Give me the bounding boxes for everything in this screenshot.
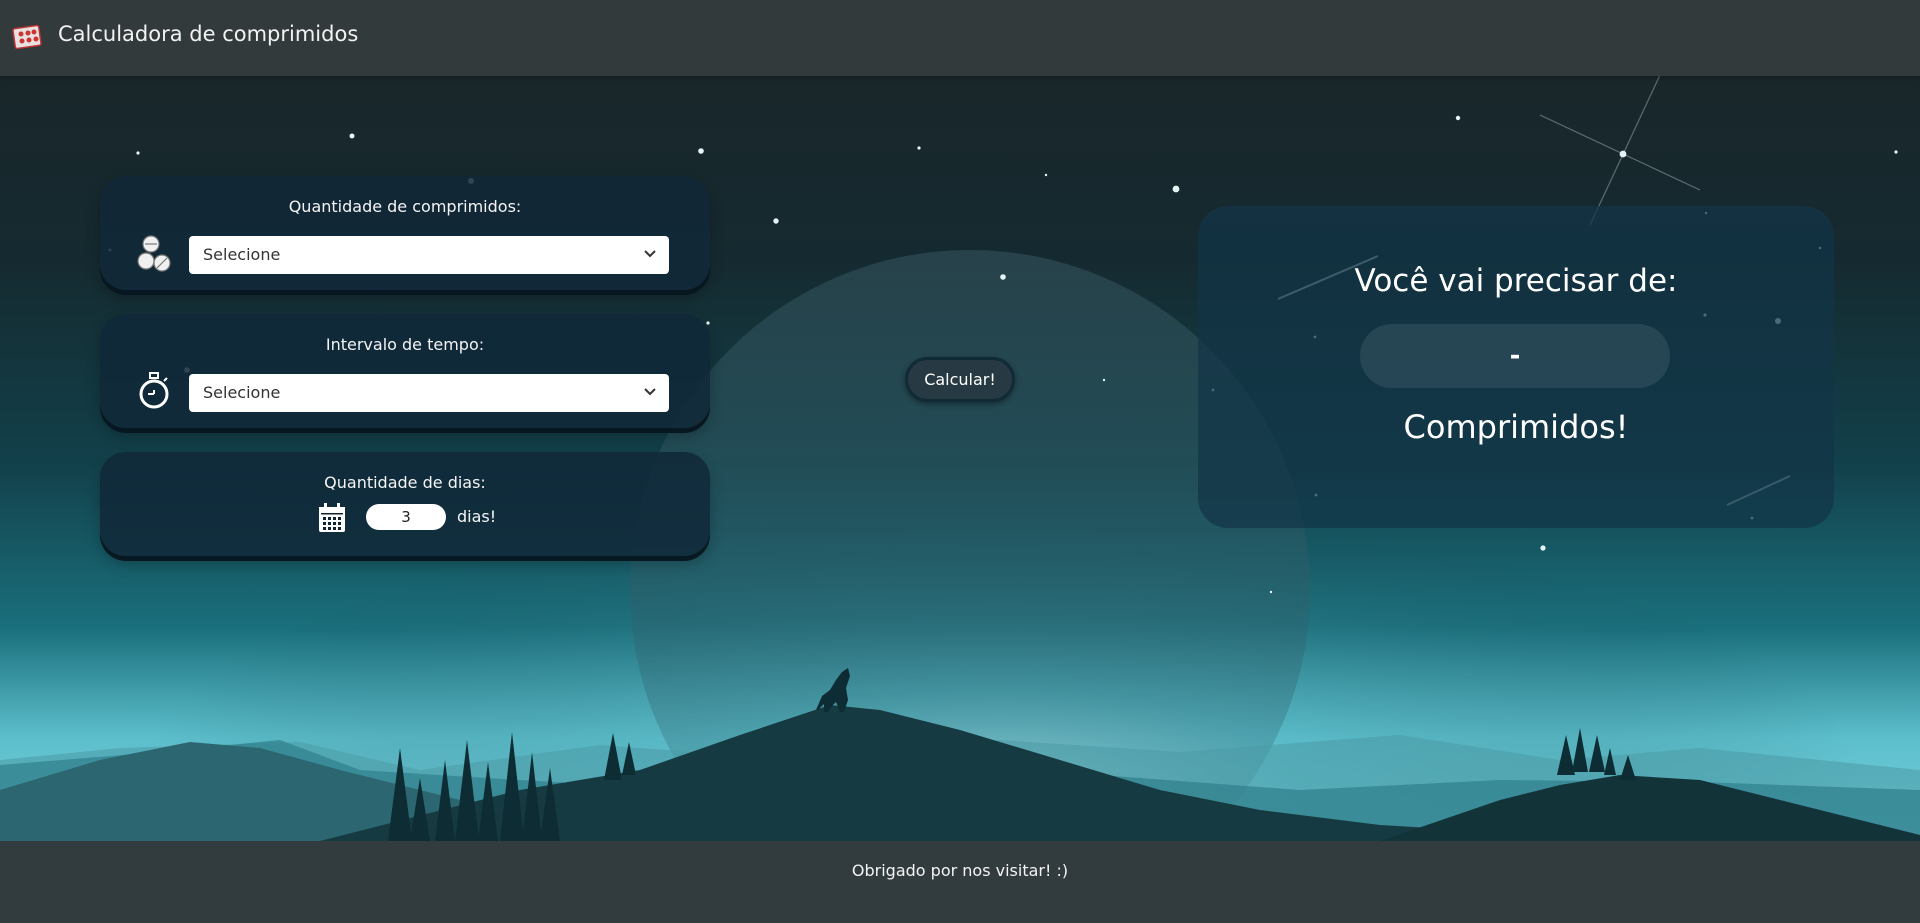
pill-quantity-card: Quantidade de comprimidos: Selecione (100, 176, 710, 290)
chevron-down-icon (644, 250, 656, 258)
stopwatch-icon (139, 372, 169, 409)
pill-quantity-selected: Selecione (203, 245, 281, 264)
result-unit: Comprimidos! (1403, 408, 1629, 446)
days-input[interactable]: 3 (366, 504, 446, 530)
navbar: Calculadora de comprimidos (0, 0, 1920, 76)
calculate-button[interactable]: Calcular! (905, 357, 1015, 402)
result-title: Você vai precisar de: (1354, 263, 1678, 299)
time-interval-selected: Selecione (203, 383, 281, 402)
chevron-down-icon (644, 388, 656, 396)
pill-quantity-select[interactable]: Selecione (189, 236, 669, 274)
days-suffix: dias! (457, 507, 497, 526)
time-interval-label: Intervalo de tempo: (325, 335, 485, 354)
footer-text: Obrigado por nos visitar! :) (851, 861, 1069, 880)
time-interval-card: Intervalo de tempo: Selecione (100, 314, 710, 428)
pill-box-logo-icon (12, 24, 42, 50)
app-title: Calculadora de comprimidos (58, 22, 359, 46)
days-card: Quantidade de dias: 3 dias! (100, 452, 710, 556)
result-card: Você vai precisar de: - Comprimidos! (1198, 206, 1834, 528)
pill-quantity-label: Quantidade de comprimidos: (288, 197, 522, 216)
result-value: - (1360, 324, 1670, 388)
days-label: Quantidade de dias: (324, 473, 486, 492)
calendar-icon (319, 503, 345, 532)
pills-icon (137, 235, 171, 272)
footer: Obrigado por nos visitar! :) (0, 841, 1920, 923)
time-interval-select[interactable]: Selecione (189, 374, 669, 412)
